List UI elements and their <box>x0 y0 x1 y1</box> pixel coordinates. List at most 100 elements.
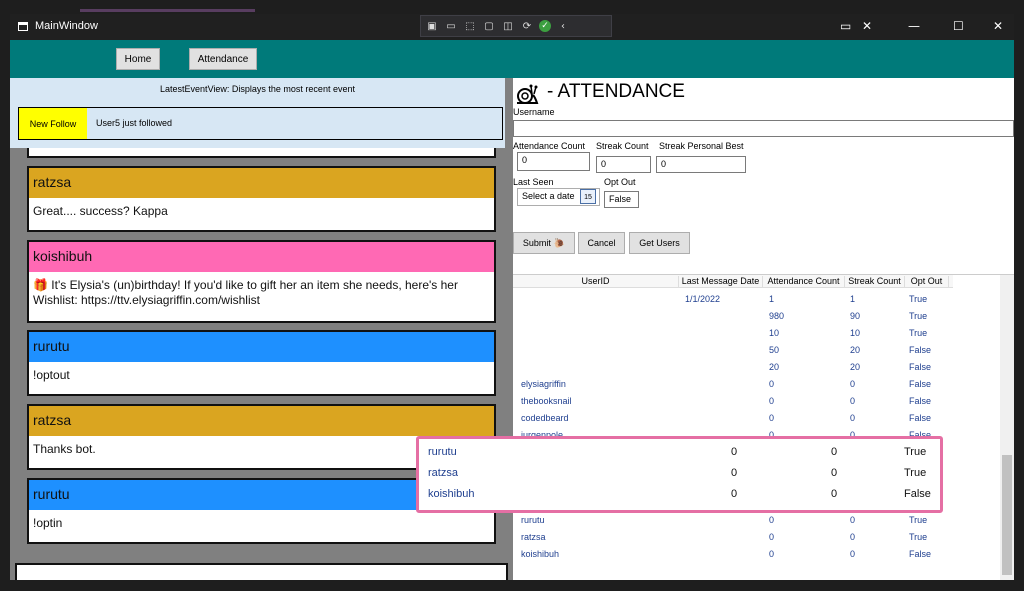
select-element-icon[interactable]: ⬚ <box>463 19 477 33</box>
column-header[interactable]: Last Message Date <box>679 276 763 288</box>
track-focus-icon[interactable]: ◫ <box>501 19 515 33</box>
cell-last-message: 1/1/2022 <box>685 294 721 304</box>
cell-attendance: 10 <box>769 328 780 338</box>
cell-userid: koishibuh <box>521 549 560 559</box>
chat-message: koishibuh 🎁 It's Elysia's (un)birthday! … <box>27 240 496 323</box>
streak-count-input[interactable]: 0 <box>596 156 651 173</box>
popup-streak: 0 <box>831 446 838 458</box>
date-placeholder: Select a date <box>522 191 575 201</box>
chat-username: ratzsa <box>29 168 494 198</box>
cell-optout: True <box>909 328 928 338</box>
users-datagrid[interactable]: UserID Last Message Date Attendance Coun… <box>513 274 1014 580</box>
camera-icon[interactable]: ▭ <box>444 19 458 33</box>
cell-optout: True <box>909 294 928 304</box>
check-icon: ✓ <box>539 20 551 32</box>
cell-streak: 90 <box>850 311 861 321</box>
cell-attendance: 0 <box>769 532 775 542</box>
popup-attendance: 0 <box>731 446 738 458</box>
xaml-debug-toolbar: ▣ ▭ ⬚ ▢ ◫ ⟳ ✓ ‹ <box>420 15 612 37</box>
table-row[interactable]: 20 20 False <box>513 359 953 376</box>
grid-scrollbar[interactable] <box>1000 275 1014 580</box>
table-row[interactable]: 10 10 True <box>513 325 953 342</box>
cell-userid: ratzsa <box>521 532 546 542</box>
chat-text: 🎁 It's Elysia's (un)birthday! If you'd l… <box>33 278 458 307</box>
screen-icon[interactable]: ▭ <box>840 19 851 33</box>
grid-header: UserID Last Message Date Attendance Coun… <box>513 275 953 288</box>
popup-row: ratzsa 0 0 True <box>419 464 940 484</box>
cell-streak: 0 <box>850 413 856 423</box>
cell-streak: 20 <box>850 345 861 355</box>
page-title: - ATTENDANCE <box>547 81 685 102</box>
cancel-button[interactable]: Cancel <box>578 232 625 254</box>
cell-optout: False <box>909 362 932 372</box>
cell-attendance: 20 <box>769 362 780 372</box>
column-header[interactable]: Attendance Count <box>763 276 845 288</box>
cell-userid: elysiagriffin <box>521 379 566 389</box>
username-input[interactable] <box>513 120 1014 137</box>
cell-attendance: 980 <box>769 311 785 321</box>
cell-userid: codedbeard <box>521 413 569 423</box>
popup-userid: ratzsa <box>428 467 458 479</box>
column-header[interactable]: Streak Count <box>845 276 905 288</box>
table-row[interactable]: elysiagriffin 0 0 False <box>513 376 953 393</box>
chat-text: !optout <box>33 368 70 382</box>
latest-event-caption: LatestEventView: Displays the most recen… <box>160 84 355 94</box>
cell-optout: True <box>909 515 928 525</box>
cell-userid: thebooksnail <box>521 396 572 406</box>
column-header[interactable]: UserID <box>513 276 679 288</box>
table-row[interactable]: rurutu 0 0 True <box>513 512 953 529</box>
table-row[interactable]: thebooksnail 0 0 False <box>513 393 953 410</box>
chat-text: !optin <box>33 516 63 530</box>
cell-streak: 0 <box>850 532 856 542</box>
cell-optout: True <box>909 532 928 542</box>
optout-input[interactable]: False <box>604 191 639 208</box>
snail-small-icon: 🐌 <box>553 237 566 248</box>
table-row[interactable]: ratzsa 0 0 True <box>513 529 953 546</box>
scrollbar-thumb[interactable] <box>1002 455 1012 575</box>
attendance-count-input[interactable]: 0 <box>517 152 590 171</box>
display-adorner-icon[interactable]: ▢ <box>482 19 496 33</box>
table-row[interactable]: koishibuh 0 0 False <box>513 546 953 563</box>
attendance-button[interactable]: Attendance <box>189 48 257 70</box>
popup-optout: True <box>904 467 927 479</box>
streak-best-label: Streak Personal Best <box>659 141 744 151</box>
latest-event-box: New Follow User5 just followed <box>18 107 503 140</box>
maximize-icon[interactable]: ☐ <box>953 19 964 33</box>
column-header[interactable]: Opt Out <box>905 276 949 288</box>
cell-attendance: 1 <box>769 294 775 304</box>
cell-optout: False <box>909 396 932 406</box>
hot-reload-icon[interactable]: ⟳ <box>520 19 534 33</box>
popup-streak: 0 <box>831 488 838 500</box>
cell-streak: 0 <box>850 549 856 559</box>
home-button[interactable]: Home <box>116 48 160 70</box>
chat-input[interactable] <box>15 563 508 580</box>
minimize-icon[interactable]: — <box>908 19 920 33</box>
table-row[interactable]: 50 20 False <box>513 342 953 359</box>
cell-attendance: 0 <box>769 379 775 389</box>
collapse-icon[interactable]: ‹ <box>556 19 570 33</box>
get-users-button[interactable]: Get Users <box>629 232 690 254</box>
snail-icon <box>517 84 539 104</box>
window-title: MainWindow <box>35 20 98 32</box>
cell-attendance: 0 <box>769 549 775 559</box>
streak-best-input[interactable]: 0 <box>656 156 746 173</box>
submit-button[interactable]: Submit 🐌 <box>513 232 575 254</box>
highlight-popup: rurutu 0 0 True ratzsa 0 0 True koishibuh 0 0 False <box>416 436 943 513</box>
last-seen-label: Last Seen <box>513 177 554 187</box>
table-row[interactable]: codedbeard 0 0 False <box>513 410 953 427</box>
table-row[interactable]: 980 90 True <box>513 308 953 325</box>
cell-userid: rurutu <box>521 515 545 525</box>
event-message: User5 just followed <box>96 118 173 128</box>
close-icon[interactable]: ✕ <box>993 19 1003 33</box>
pin-icon[interactable]: ✕ <box>862 19 872 33</box>
cell-streak: 20 <box>850 362 861 372</box>
popup-row: rurutu 0 0 True <box>419 443 940 463</box>
latest-event-view: LatestEventView: Displays the most recen… <box>10 78 505 148</box>
event-type-badge: New Follow <box>19 108 87 139</box>
cell-streak: 1 <box>850 294 856 304</box>
cell-optout: False <box>909 549 932 559</box>
live-visual-tree-icon[interactable]: ▣ <box>425 19 439 33</box>
table-row[interactable]: 1/1/2022 1 1 True <box>513 291 953 308</box>
calendar-icon[interactable]: 15 <box>580 189 596 204</box>
popup-userid: rurutu <box>428 446 457 458</box>
